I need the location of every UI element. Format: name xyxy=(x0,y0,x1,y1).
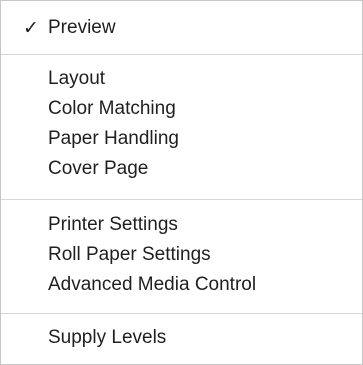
menu-item-layout[interactable]: Layout xyxy=(1,64,362,94)
menu-separator xyxy=(1,54,362,55)
menu-item-label: Cover Page xyxy=(48,158,149,179)
menu-item-label: Advanced Media Control xyxy=(48,274,257,295)
menu-separator xyxy=(1,313,362,314)
menu-item-label: Supply Levels xyxy=(48,327,167,348)
print-options-menu: ✓ Preview Layout Color Matching Paper Ha… xyxy=(0,0,363,365)
menu-item-printer-settings[interactable]: Printer Settings xyxy=(1,210,362,240)
menu-item-roll-paper-settings[interactable]: Roll Paper Settings xyxy=(1,240,362,270)
menu-item-supply-levels[interactable]: Supply Levels xyxy=(1,323,362,353)
menu-item-color-matching[interactable]: Color Matching xyxy=(1,94,362,124)
menu-separator xyxy=(1,199,362,200)
menu-item-preview[interactable]: ✓ Preview xyxy=(1,13,362,43)
checkmark-icon: ✓ xyxy=(23,17,39,39)
menu-item-advanced-media-control[interactable]: Advanced Media Control xyxy=(1,270,362,300)
menu-item-cover-page[interactable]: Cover Page xyxy=(1,154,362,184)
menu-item-label: Layout xyxy=(48,68,106,89)
menu-item-label: Preview xyxy=(48,17,116,38)
menu-item-paper-handling[interactable]: Paper Handling xyxy=(1,124,362,154)
menu-item-label: Roll Paper Settings xyxy=(48,244,211,265)
menu-item-label: Color Matching xyxy=(48,98,176,119)
menu-item-label: Printer Settings xyxy=(48,214,178,235)
menu-item-label: Paper Handling xyxy=(48,128,179,149)
